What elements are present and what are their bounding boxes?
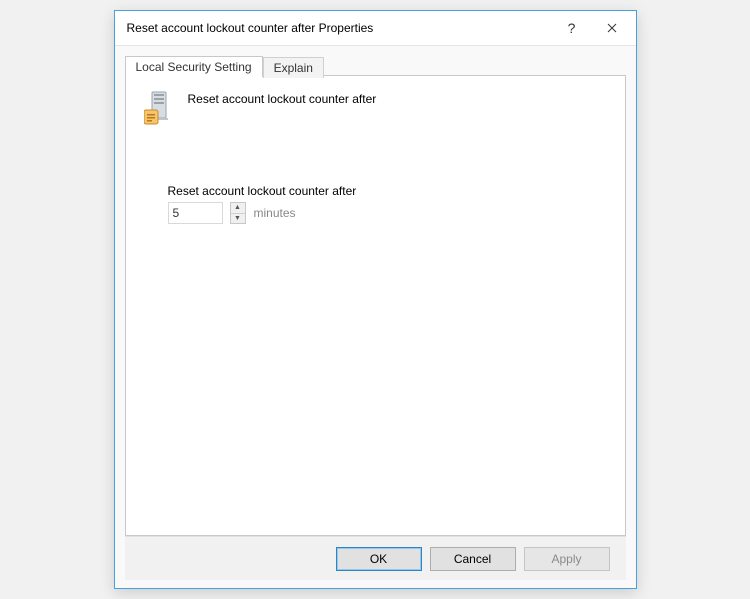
unit-label: minutes <box>254 206 296 220</box>
policy-title: Reset account lockout counter after <box>188 90 377 106</box>
help-icon: ? <box>568 20 576 36</box>
ok-button[interactable]: OK <box>336 547 422 571</box>
tab-strip: Local Security Setting Explain <box>125 52 626 76</box>
help-button[interactable]: ? <box>552 14 592 42</box>
minutes-input[interactable] <box>168 202 223 224</box>
titlebar: Reset account lockout counter after Prop… <box>115 11 636 45</box>
dialog-footer: OK Cancel Apply <box>125 536 626 580</box>
properties-dialog: Reset account lockout counter after Prop… <box>114 10 637 589</box>
close-button[interactable] <box>592 14 632 42</box>
window-title: Reset account lockout counter after Prop… <box>127 21 552 35</box>
tab-panel-setting: Reset account lockout counter after Rese… <box>125 75 626 536</box>
field-label: Reset account lockout counter after <box>168 184 607 198</box>
tab-local-security-setting[interactable]: Local Security Setting <box>125 56 263 77</box>
tab-explain[interactable]: Explain <box>263 57 324 78</box>
server-policy-icon <box>144 90 176 126</box>
spinner-up-button[interactable]: ▲ <box>231 203 245 214</box>
spinner-down-button[interactable]: ▼ <box>231 214 245 224</box>
close-icon <box>607 23 617 33</box>
apply-button: Apply <box>524 547 610 571</box>
cancel-button[interactable]: Cancel <box>430 547 516 571</box>
spinner-buttons: ▲ ▼ <box>230 202 246 224</box>
